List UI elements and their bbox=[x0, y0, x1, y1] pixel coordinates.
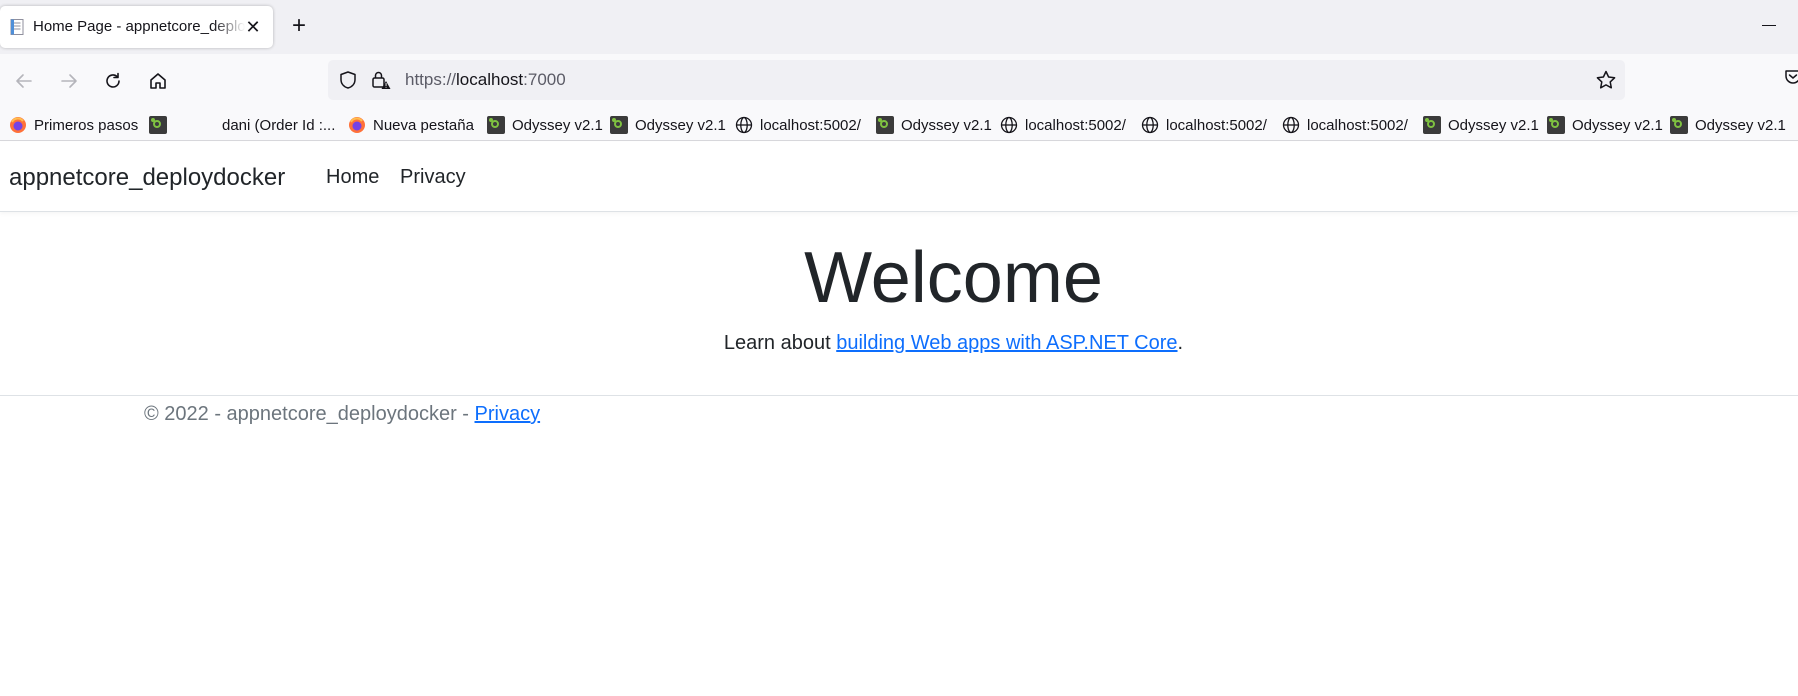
new-tab-button[interactable]: + bbox=[288, 14, 310, 38]
bookmark-item[interactable]: localhost:5002/ bbox=[1000, 112, 1126, 138]
tab-strip: Home Page - appnetcore_deploydocker ✕ + bbox=[0, 0, 1798, 54]
back-button[interactable] bbox=[9, 66, 39, 96]
odyssey-icon bbox=[1547, 116, 1565, 134]
bookmark-label: localhost:5002/ bbox=[1166, 116, 1267, 134]
url-host: localhost bbox=[456, 70, 524, 89]
bookmark-item[interactable]: Odyssey v2.1 bbox=[876, 112, 992, 138]
odyssey-icon bbox=[149, 116, 167, 134]
bookmark-item[interactable]: Odyssey v2.1 bbox=[1423, 112, 1539, 138]
tab-title: Home Page - appnetcore_deploydocker bbox=[33, 18, 245, 35]
web-page: appnetcore_deploydocker Home Privacy Wel… bbox=[0, 142, 1798, 696]
minimize-window-icon[interactable] bbox=[1762, 25, 1776, 26]
bookmark-item[interactable]: Nueva pestaña bbox=[348, 112, 474, 138]
bookmark-label: Odyssey v2.1 bbox=[901, 116, 992, 134]
bookmark-star-icon[interactable] bbox=[1595, 69, 1617, 91]
odyssey-icon bbox=[876, 116, 894, 134]
globe-icon bbox=[735, 116, 753, 134]
page-icon bbox=[10, 19, 24, 35]
bookmark-item[interactable]: Odyssey v2.1 bbox=[487, 112, 603, 138]
bookmark-label: Odyssey v2.1 bbox=[1695, 116, 1786, 134]
lock-warning-icon[interactable] bbox=[370, 69, 392, 91]
reload-button[interactable] bbox=[98, 66, 128, 96]
odyssey-icon bbox=[1670, 116, 1688, 134]
reload-icon bbox=[106, 72, 120, 88]
bookmark-item[interactable]: Odyssey v2.1 bbox=[1670, 112, 1786, 138]
close-tab-icon[interactable]: ✕ bbox=[243, 17, 263, 37]
arrow-left-icon bbox=[16, 74, 32, 88]
active-tab[interactable]: Home Page - appnetcore_deploydocker ✕ bbox=[0, 6, 273, 48]
aspnet-docs-link[interactable]: building Web apps with ASP.NET Core bbox=[836, 332, 1177, 354]
odyssey-icon bbox=[487, 116, 505, 134]
shield-icon[interactable] bbox=[338, 70, 358, 90]
bookmark-label: dani (Order Id :... bbox=[222, 116, 336, 134]
firefox-icon bbox=[349, 117, 365, 133]
home-icon bbox=[150, 73, 166, 89]
bookmark-item[interactable]: Primeros pasos bbox=[9, 112, 138, 138]
nav-link-privacy[interactable]: Privacy bbox=[400, 166, 466, 189]
globe-icon bbox=[1141, 116, 1159, 134]
globe-icon bbox=[1282, 116, 1300, 134]
bookmark-label: localhost:5002/ bbox=[760, 116, 861, 134]
site-navbar: appnetcore_deploydocker Home Privacy bbox=[0, 142, 1798, 212]
bookmark-label: Primeros pasos bbox=[34, 116, 139, 134]
firefox-icon bbox=[10, 117, 26, 133]
bookmark-label: Odyssey v2.1 bbox=[1448, 116, 1539, 134]
bookmark-item[interactable] bbox=[149, 112, 174, 138]
url-port: :7000 bbox=[523, 70, 566, 89]
bookmark-item[interactable]: localhost:5002/ bbox=[1282, 112, 1408, 138]
bookmark-item[interactable]: Odyssey v2.1 bbox=[1547, 112, 1663, 138]
globe-icon bbox=[1000, 116, 1018, 134]
page-heading: Welcome bbox=[804, 238, 1103, 318]
bookmark-item[interactable]: localhost:5002/ bbox=[1141, 112, 1267, 138]
url-bar[interactable]: https://localhost:7000 bbox=[328, 60, 1625, 100]
lead-prefix: Learn about bbox=[723, 332, 837, 354]
bookmark-label: Nueva pestaña bbox=[373, 116, 474, 134]
home-button[interactable] bbox=[143, 66, 173, 96]
footer: © 2022 - appnetcore_deploydocker - Priva… bbox=[144, 403, 540, 426]
odyssey-icon bbox=[610, 116, 628, 134]
lead-suffix: . bbox=[1177, 332, 1184, 354]
footer-divider bbox=[0, 395, 1798, 396]
navigation-bar: https://localhost:7000 bbox=[0, 54, 1798, 109]
url-text[interactable]: https://localhost:7000 bbox=[405, 70, 566, 90]
bookmark-item[interactable]: localhost:5002/ bbox=[735, 112, 861, 138]
bookmark-label: Odyssey v2.1 bbox=[635, 116, 726, 134]
bookmark-item[interactable]: Odyssey v2.1 bbox=[610, 112, 726, 138]
bookmark-item[interactable]: dani (Order Id :... bbox=[222, 112, 335, 138]
forward-button[interactable] bbox=[54, 66, 84, 96]
bookmark-label: Odyssey v2.1 bbox=[512, 116, 603, 134]
bookmark-label: Odyssey v2.1 bbox=[1572, 116, 1663, 134]
pocket-icon[interactable] bbox=[1784, 68, 1798, 86]
odyssey-icon bbox=[1423, 116, 1441, 134]
bookmark-label: localhost:5002/ bbox=[1025, 116, 1126, 134]
footer-privacy-link[interactable]: Privacy bbox=[475, 403, 541, 425]
nav-link-home[interactable]: Home bbox=[326, 166, 379, 189]
site-brand-link[interactable]: appnetcore_deploydocker bbox=[9, 164, 285, 192]
footer-copyright: © 2022 - appnetcore_deploydocker - bbox=[144, 403, 475, 425]
arrow-right-icon bbox=[61, 74, 77, 88]
lead-paragraph: Learn about building Web apps with ASP.N… bbox=[0, 332, 1798, 355]
bookmarks-toolbar: Primeros pasos dani (Order Id :... Nueva… bbox=[0, 109, 1798, 141]
url-scheme: https:// bbox=[405, 70, 457, 89]
bookmark-label: localhost:5002/ bbox=[1307, 116, 1408, 134]
